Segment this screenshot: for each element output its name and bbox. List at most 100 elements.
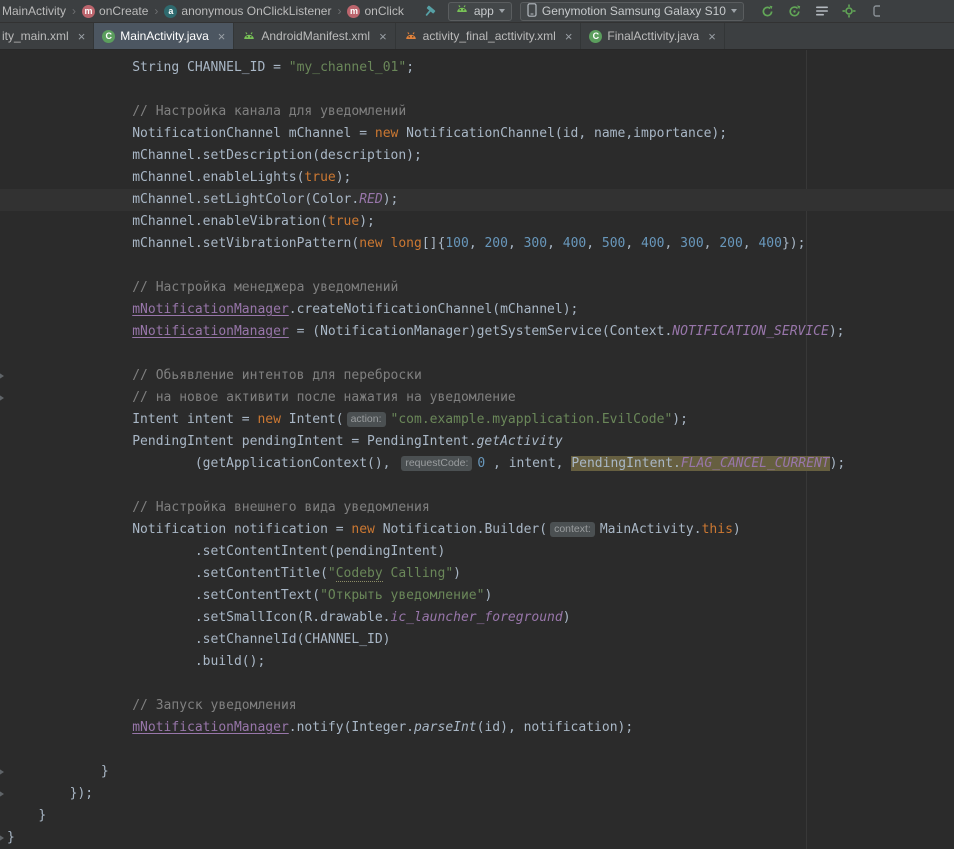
tab-androidmanifest-xml[interactable]: AndroidManifest.xml × bbox=[234, 23, 395, 49]
build-hammer-button[interactable] bbox=[420, 2, 440, 20]
code-line[interactable] bbox=[0, 79, 954, 101]
code-token: , intent, bbox=[485, 456, 571, 471]
code-line[interactable]: .setChannelId(CHANNEL_ID) bbox=[0, 629, 954, 651]
fold-marker[interactable] bbox=[0, 372, 4, 380]
tab-close-icon[interactable]: × bbox=[78, 30, 86, 43]
code-token: Notification.Builder( bbox=[375, 522, 547, 537]
code-line[interactable]: } bbox=[0, 805, 954, 827]
device-phone-icon bbox=[527, 3, 537, 20]
code-token: ); bbox=[336, 170, 352, 185]
code-line[interactable]: } bbox=[0, 827, 954, 849]
code-line[interactable]: String CHANNEL_ID = "my_channel_01"; bbox=[0, 57, 954, 79]
code-line[interactable]: .setContentText("Открыть уведомление") bbox=[0, 585, 954, 607]
code-indent bbox=[7, 544, 195, 559]
tab-label: ity_main.xml bbox=[2, 29, 69, 43]
code-line[interactable]: // Настройка внешнего вида уведомления bbox=[0, 497, 954, 519]
tab-close-icon[interactable]: × bbox=[218, 30, 226, 43]
code-line[interactable]: (getApplicationContext(), requestCode:0 … bbox=[0, 453, 954, 475]
code-line[interactable]: // Настройка менеджера уведомлений bbox=[0, 277, 954, 299]
code-line[interactable]: mChannel.setDescription(description); bbox=[0, 145, 954, 167]
code-line[interactable]: mChannel.setLightColor(Color.RED); bbox=[0, 189, 954, 211]
fold-marker[interactable] bbox=[0, 834, 4, 842]
code-line[interactable]: mChannel.enableVibration(true); bbox=[0, 211, 954, 233]
tab-label: AndroidManifest.xml bbox=[261, 29, 370, 43]
tab-activity-final-acttivity-xml[interactable]: activity_final_acttivity.xml× bbox=[396, 23, 582, 49]
android-green-icon bbox=[242, 30, 256, 43]
code-line[interactable]: mChannel.setVibrationPattern(new long[]{… bbox=[0, 233, 954, 255]
code-token: ); bbox=[383, 192, 399, 207]
code-token: this bbox=[702, 522, 733, 537]
breadcrumb-label: MainActivity bbox=[2, 4, 66, 18]
code-line[interactable]: .setContentIntent(pendingIntent) bbox=[0, 541, 954, 563]
cropped-button[interactable] bbox=[866, 2, 886, 20]
tab-finalacttivity-java[interactable]: CFinalActtivity.java× bbox=[581, 23, 724, 49]
code-line[interactable]: // на новое активити после нажатия на ув… bbox=[0, 387, 954, 409]
code-line[interactable] bbox=[0, 255, 954, 277]
code-line[interactable]: // Настройка канала для уведомлений bbox=[0, 101, 954, 123]
code-indent bbox=[7, 566, 195, 581]
code-token: , bbox=[665, 236, 681, 251]
code-line[interactable]: NotificationChannel mChannel = new Notif… bbox=[0, 123, 954, 145]
code-indent bbox=[7, 324, 132, 339]
code-token: PendingIntent. bbox=[571, 456, 681, 471]
fold-marker[interactable] bbox=[0, 768, 4, 776]
run-configuration-select[interactable]: app bbox=[448, 2, 512, 21]
code-line[interactable] bbox=[0, 739, 954, 761]
code-area[interactable]: String CHANNEL_ID = "my_channel_01"; // … bbox=[0, 50, 954, 849]
code-token: // Запуск уведомления bbox=[132, 698, 296, 713]
breadcrumb-item-anonymous-onclicklistener[interactable]: aanonymous OnClickListener bbox=[162, 4, 333, 18]
code-line[interactable]: // Запуск уведомления bbox=[0, 695, 954, 717]
code-token: } bbox=[38, 808, 46, 823]
breadcrumb-item-oncreate[interactable]: monCreate bbox=[80, 4, 150, 18]
code-indent bbox=[7, 412, 132, 427]
cropped-icon bbox=[872, 4, 880, 18]
parameter-hint: context: bbox=[550, 522, 595, 537]
editor: String CHANNEL_ID = "my_channel_01"; // … bbox=[0, 50, 954, 849]
code-line[interactable]: mNotificationManager.notify(Integer.pars… bbox=[0, 717, 954, 739]
rerun-button[interactable] bbox=[758, 2, 778, 20]
parameter-hint: action: bbox=[347, 412, 386, 427]
settings-gear-icon bbox=[842, 4, 856, 18]
android-robot-icon bbox=[455, 3, 469, 16]
fold-marker[interactable] bbox=[0, 790, 4, 798]
code-line[interactable]: // Обьявление интентов для переброски bbox=[0, 365, 954, 387]
code-line[interactable]: mChannel.enableLights(true); bbox=[0, 167, 954, 189]
tab-ity-main-xml[interactable]: ity_main.xml × bbox=[0, 23, 94, 49]
fold-marker[interactable] bbox=[0, 394, 4, 402]
code-line[interactable]: PendingIntent pendingIntent = PendingInt… bbox=[0, 431, 954, 453]
code-line[interactable]: } bbox=[0, 761, 954, 783]
code-token: mNotificationManager bbox=[132, 720, 289, 735]
device-select[interactable]: Genymotion Samsung Galaxy S10 bbox=[520, 2, 744, 21]
tab-close-icon[interactable]: × bbox=[379, 30, 387, 43]
code-token: 200 bbox=[719, 236, 742, 251]
code-line[interactable]: .build(); bbox=[0, 651, 954, 673]
breadcrumb-item-mainactivity[interactable]: MainActivity bbox=[0, 4, 68, 18]
code-line[interactable] bbox=[0, 673, 954, 695]
code-line[interactable]: .setSmallIcon(R.drawable.ic_launcher_for… bbox=[0, 607, 954, 629]
code-token: } bbox=[101, 764, 109, 779]
code-token: mNotificationManager bbox=[132, 324, 289, 339]
code-line[interactable]: Notification notification = new Notifica… bbox=[0, 519, 954, 541]
tab-mainactivity-java[interactable]: CMainActivity.java× bbox=[94, 23, 234, 49]
tab-close-icon[interactable]: × bbox=[565, 30, 573, 43]
code-line[interactable] bbox=[0, 475, 954, 497]
breadcrumb: MainActivity›monCreate›aanonymous OnClic… bbox=[0, 0, 406, 22]
code-line[interactable]: }); bbox=[0, 783, 954, 805]
code-token: new bbox=[257, 412, 280, 427]
code-indent bbox=[7, 302, 132, 317]
code-token: true bbox=[328, 214, 359, 229]
code-line[interactable] bbox=[0, 343, 954, 365]
tab-close-icon[interactable]: × bbox=[708, 30, 716, 43]
code-line[interactable]: .setContentTitle("Codeby Calling") bbox=[0, 563, 954, 585]
code-line[interactable]: mNotificationManager = (NotificationMana… bbox=[0, 321, 954, 343]
code-indent bbox=[7, 786, 70, 801]
code-token: (getApplicationContext(), bbox=[195, 456, 399, 471]
code-line[interactable]: mNotificationManager.createNotificationC… bbox=[0, 299, 954, 321]
code-line[interactable]: Intent intent = new Intent(action:"com.e… bbox=[0, 409, 954, 431]
settings-gear-button[interactable] bbox=[839, 2, 859, 20]
code-token: new bbox=[359, 236, 382, 251]
sync-button[interactable] bbox=[785, 2, 805, 20]
profiler-list-button[interactable] bbox=[812, 2, 832, 20]
breadcrumb-separator: › bbox=[154, 4, 158, 18]
breadcrumb-item-onclick[interactable]: monClick bbox=[345, 4, 405, 18]
